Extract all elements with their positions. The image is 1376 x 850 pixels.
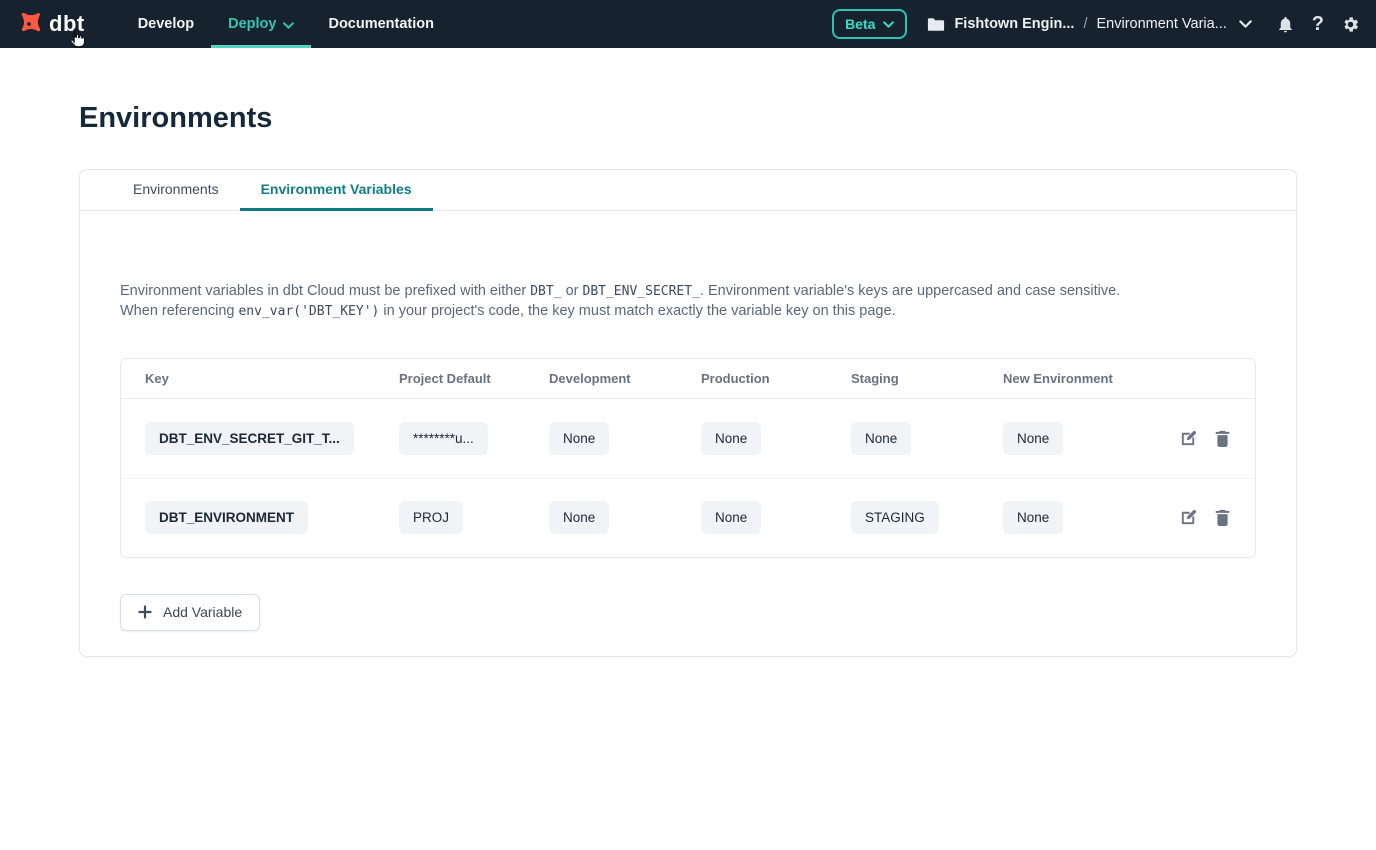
row-actions <box>1179 429 1231 448</box>
primary-nav: Develop Deploy Documentation <box>121 0 451 48</box>
table-row: DBT_ENVIRONMENT PROJ None None STAGING N… <box>121 478 1255 557</box>
env-var-key-cell[interactable]: DBT_ENV_SECRET_GIT_T... <box>145 422 354 455</box>
chevron-down-icon[interactable] <box>1239 20 1252 28</box>
staging-cell[interactable]: STAGING <box>851 501 939 534</box>
code-prefix-dbt: DBT_ <box>530 284 561 299</box>
col-header-development: Development <box>549 371 701 386</box>
col-header-key: Key <box>145 371 399 386</box>
delete-variable-button[interactable] <box>1214 429 1231 448</box>
top-nav: dbt Develop Deploy Documentation Beta Fi… <box>0 0 1376 48</box>
page-title: Environments <box>79 102 1376 135</box>
trash-icon <box>1214 508 1231 527</box>
folder-icon <box>927 17 945 32</box>
table-header-row: Key Project Default Development Producti… <box>121 359 1255 399</box>
production-cell[interactable]: None <box>701 501 761 534</box>
code-env-var-example: env_var('DBT_KEY') <box>238 304 379 319</box>
nav-item-develop[interactable]: Develop <box>121 0 211 48</box>
chevron-down-icon <box>283 22 294 29</box>
tab-bar: Environments Environment Variables <box>80 170 1296 211</box>
project-default-cell[interactable]: PROJ <box>399 501 463 534</box>
chevron-down-icon <box>883 21 894 28</box>
beta-selector[interactable]: Beta <box>832 9 907 39</box>
nav-icon-group: ? <box>1276 14 1360 34</box>
pencil-square-icon <box>1179 429 1198 448</box>
environments-card: Environments Environment Variables Envir… <box>79 169 1297 657</box>
staging-cell[interactable]: None <box>851 422 911 455</box>
pencil-square-icon <box>1179 508 1198 527</box>
col-header-production: Production <box>701 371 851 386</box>
tab-panel-environment-variables: Environment variables in dbt Cloud must … <box>80 211 1296 656</box>
bell-icon[interactable] <box>1276 15 1295 34</box>
tab-environments[interactable]: Environments <box>112 170 240 211</box>
nav-item-documentation[interactable]: Documentation <box>311 0 451 48</box>
breadcrumb-page[interactable]: Environment Varia... <box>1096 16 1226 32</box>
edit-variable-button[interactable] <box>1179 508 1198 527</box>
development-cell[interactable]: None <box>549 422 609 455</box>
development-cell[interactable]: None <box>549 501 609 534</box>
row-actions <box>1179 508 1231 527</box>
edit-variable-button[interactable] <box>1179 429 1198 448</box>
code-prefix-dbt-env-secret: DBT_ENV_SECRET_ <box>583 284 700 299</box>
tab-environment-variables[interactable]: Environment Variables <box>240 170 433 211</box>
nav-right: Beta Fishtown Engin... / Environment Var… <box>832 0 1360 48</box>
breadcrumb: Fishtown Engin... / Environment Varia... <box>927 16 1251 32</box>
col-header-new-environment: New Environment <box>1003 371 1155 386</box>
env-vars-table: Key Project Default Development Producti… <box>120 358 1256 558</box>
hand-pointer-cursor-icon <box>66 27 86 49</box>
add-variable-button[interactable]: Add Variable <box>120 594 260 631</box>
new-environment-cell[interactable]: None <box>1003 501 1063 534</box>
col-header-project-default: Project Default <box>399 371 549 386</box>
gear-icon[interactable] <box>1341 15 1360 34</box>
trash-icon <box>1214 429 1231 448</box>
production-cell[interactable]: None <box>701 422 761 455</box>
delete-variable-button[interactable] <box>1214 508 1231 527</box>
breadcrumb-project[interactable]: Fishtown Engin... <box>954 16 1074 32</box>
project-default-cell[interactable]: ********u... <box>399 422 488 455</box>
env-var-key-cell[interactable]: DBT_ENVIRONMENT <box>145 501 308 534</box>
table-row: DBT_ENV_SECRET_GIT_T... ********u... Non… <box>121 399 1255 478</box>
help-icon[interactable]: ? <box>1312 14 1324 34</box>
plus-icon <box>138 605 152 619</box>
env-vars-description: Environment variables in dbt Cloud must … <box>120 281 1160 322</box>
nav-item-deploy[interactable]: Deploy <box>211 0 311 48</box>
new-environment-cell[interactable]: None <box>1003 422 1063 455</box>
col-header-staging: Staging <box>851 371 1003 386</box>
dbt-star-icon <box>14 9 44 39</box>
breadcrumb-separator: / <box>1083 16 1087 32</box>
